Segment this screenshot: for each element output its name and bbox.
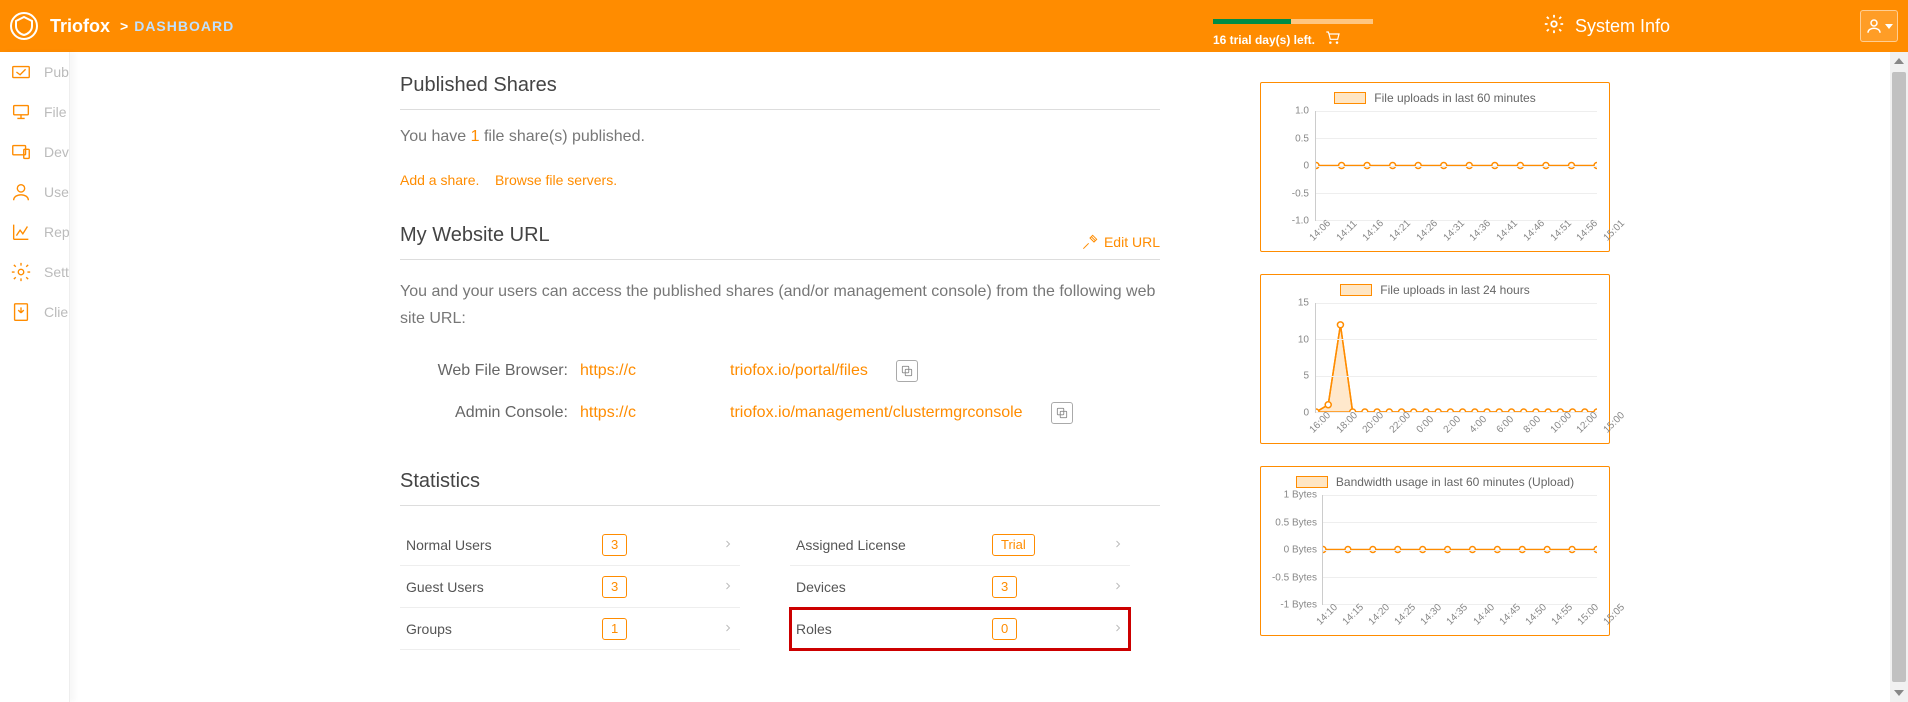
chart-file-uploads-in-last-60-minutes: File uploads in last 60 minutes1.00.50-0… (1260, 82, 1610, 252)
sidebar-item-label: Reports (44, 224, 69, 240)
sidebar-item-label: Users (44, 184, 69, 200)
sidebar-item-file-servers[interactable]: File Servers (0, 92, 69, 132)
sidebar-item-published-shares[interactable]: Published Shares (0, 52, 69, 92)
admin-console-row: Admin Console: triofox.io/management/clu… (400, 392, 1160, 434)
main-content: Published Shares You have 1 file share(s… (80, 52, 1888, 702)
sidebar-item-label: Client Download (44, 304, 69, 320)
chevron-right-icon (1112, 621, 1124, 637)
published-shares-title: Published Shares (400, 74, 1160, 97)
website-url-description: You and your users can access the publis… (400, 278, 1160, 332)
chart-title: File uploads in last 24 hours (1267, 283, 1603, 297)
trial-text: 16 trial day(s) left. (1213, 33, 1315, 47)
sidebar-item-reports[interactable]: Reports (0, 212, 69, 252)
web-file-browser-input[interactable] (580, 362, 660, 380)
copy-icon (1055, 406, 1069, 420)
breadcrumb-brand[interactable]: Triofox (50, 16, 110, 37)
stat-row-roles[interactable]: Roles0 (790, 608, 1130, 650)
published-shares-summary: You have 1 file share(s) published. (400, 128, 1160, 146)
admin-console-input[interactable] (580, 404, 660, 422)
stat-row-groups[interactable]: Groups1 (400, 608, 740, 650)
scrollbar-thumb[interactable] (1892, 72, 1906, 682)
edit-url-button[interactable]: Edit URL (1082, 234, 1160, 250)
tools-icon (1082, 234, 1098, 250)
breadcrumb-separator: > (120, 18, 128, 34)
statistics-title: Statistics (400, 470, 1160, 493)
statistics-section: Statistics Normal Users3Guest Users3Grou… (400, 470, 1160, 650)
chevron-right-icon (1112, 537, 1124, 553)
website-url-section: My Website URL Edit URL You and your use… (400, 224, 1160, 434)
trial-status[interactable]: 16 trial day(s) left. (1213, 19, 1373, 49)
sidebar-item-label: Devices (44, 144, 69, 160)
sidebar-item-users[interactable]: Users (0, 172, 69, 212)
chart-title: Bandwidth usage in last 60 minutes (Uplo… (1267, 475, 1603, 489)
browse-file-servers-link[interactable]: Browse file servers. (495, 172, 617, 188)
add-share-link[interactable]: Add a share. (400, 172, 479, 188)
chevron-right-icon (1112, 579, 1124, 595)
user-icon (1865, 17, 1883, 35)
legend-swatch (1334, 92, 1366, 104)
stat-badge: 1 (602, 618, 627, 640)
url-label: Web File Browser: (400, 362, 580, 380)
stats-col-left: Normal Users3Guest Users3Groups1 (400, 524, 740, 650)
chart-bandwidth-usage-in-last-60-minutes-upload-: Bandwidth usage in last 60 minutes (Uplo… (1260, 466, 1610, 636)
brand-logo-icon (10, 12, 38, 40)
stats-col-right: Assigned LicenseTrialDevices3Roles0 (790, 524, 1130, 650)
web-file-browser-row: Web File Browser: triofox.io/portal/file… (400, 350, 1160, 392)
breadcrumb-page[interactable]: DASHBOARD (134, 18, 234, 34)
website-url-title: My Website URL (400, 224, 550, 247)
sidebar-item-client-download[interactable]: Client Download (0, 292, 69, 332)
stat-badge: 3 (992, 576, 1017, 598)
sidebar: Published Shares File Servers Devices Us… (0, 52, 70, 702)
cart-icon[interactable] (1325, 30, 1341, 49)
sidebar-item-label: File Servers (44, 104, 69, 120)
sidebar-item-label: Settings (44, 264, 69, 280)
stat-badge: 3 (602, 576, 627, 598)
legend-swatch (1340, 284, 1372, 296)
vertical-scrollbar[interactable] (1890, 52, 1908, 702)
scroll-down-icon[interactable] (1890, 684, 1908, 702)
stat-label: Guest Users (406, 579, 602, 595)
stat-label: Assigned License (796, 537, 992, 553)
charts-column: File uploads in last 60 minutes1.00.50-0… (1260, 74, 1610, 702)
gear-icon (1543, 13, 1565, 40)
system-info-button[interactable]: System Info (1543, 13, 1670, 40)
scroll-up-icon[interactable] (1890, 52, 1908, 70)
chart-file-uploads-in-last-24-hours: File uploads in last 24 hours15105016:00… (1260, 274, 1610, 444)
stat-row-assigned-license[interactable]: Assigned LicenseTrial (790, 524, 1130, 566)
stat-badge: 0 (992, 618, 1017, 640)
published-shares-section: Published Shares You have 1 file share(s… (400, 74, 1160, 188)
share-count: 1 (471, 128, 480, 145)
stat-label: Roles (796, 621, 992, 637)
stat-label: Devices (796, 579, 992, 595)
stat-label: Groups (406, 621, 602, 637)
stat-badge: 3 (602, 534, 627, 556)
sidebar-item-settings[interactable]: Settings (0, 252, 69, 292)
chart-title: File uploads in last 60 minutes (1267, 91, 1603, 105)
copy-icon (900, 364, 914, 378)
url-suffix: triofox.io/management/clustermgrconsole (730, 404, 1023, 422)
chevron-right-icon (722, 621, 734, 637)
url-label: Admin Console: (400, 404, 580, 422)
chevron-right-icon (722, 537, 734, 553)
chevron-right-icon (722, 579, 734, 595)
stat-row-devices[interactable]: Devices3 (790, 566, 1130, 608)
trial-progress-bar (1213, 19, 1373, 24)
copy-button[interactable] (896, 360, 918, 382)
url-suffix: triofox.io/portal/files (730, 362, 868, 380)
legend-swatch (1296, 476, 1328, 488)
top-bar: Triofox > DASHBOARD 16 trial day(s) left… (0, 0, 1908, 52)
sidebar-item-label: Published Shares (44, 64, 69, 80)
stat-row-guest-users[interactable]: Guest Users3 (400, 566, 740, 608)
user-menu-button[interactable] (1860, 10, 1898, 42)
stat-label: Normal Users (406, 537, 602, 553)
sidebar-item-devices[interactable]: Devices (0, 132, 69, 172)
stat-badge: Trial (992, 534, 1035, 556)
copy-button[interactable] (1051, 402, 1073, 424)
system-info-label: System Info (1575, 16, 1670, 37)
caret-down-icon (1885, 24, 1893, 29)
stat-row-normal-users[interactable]: Normal Users3 (400, 524, 740, 566)
